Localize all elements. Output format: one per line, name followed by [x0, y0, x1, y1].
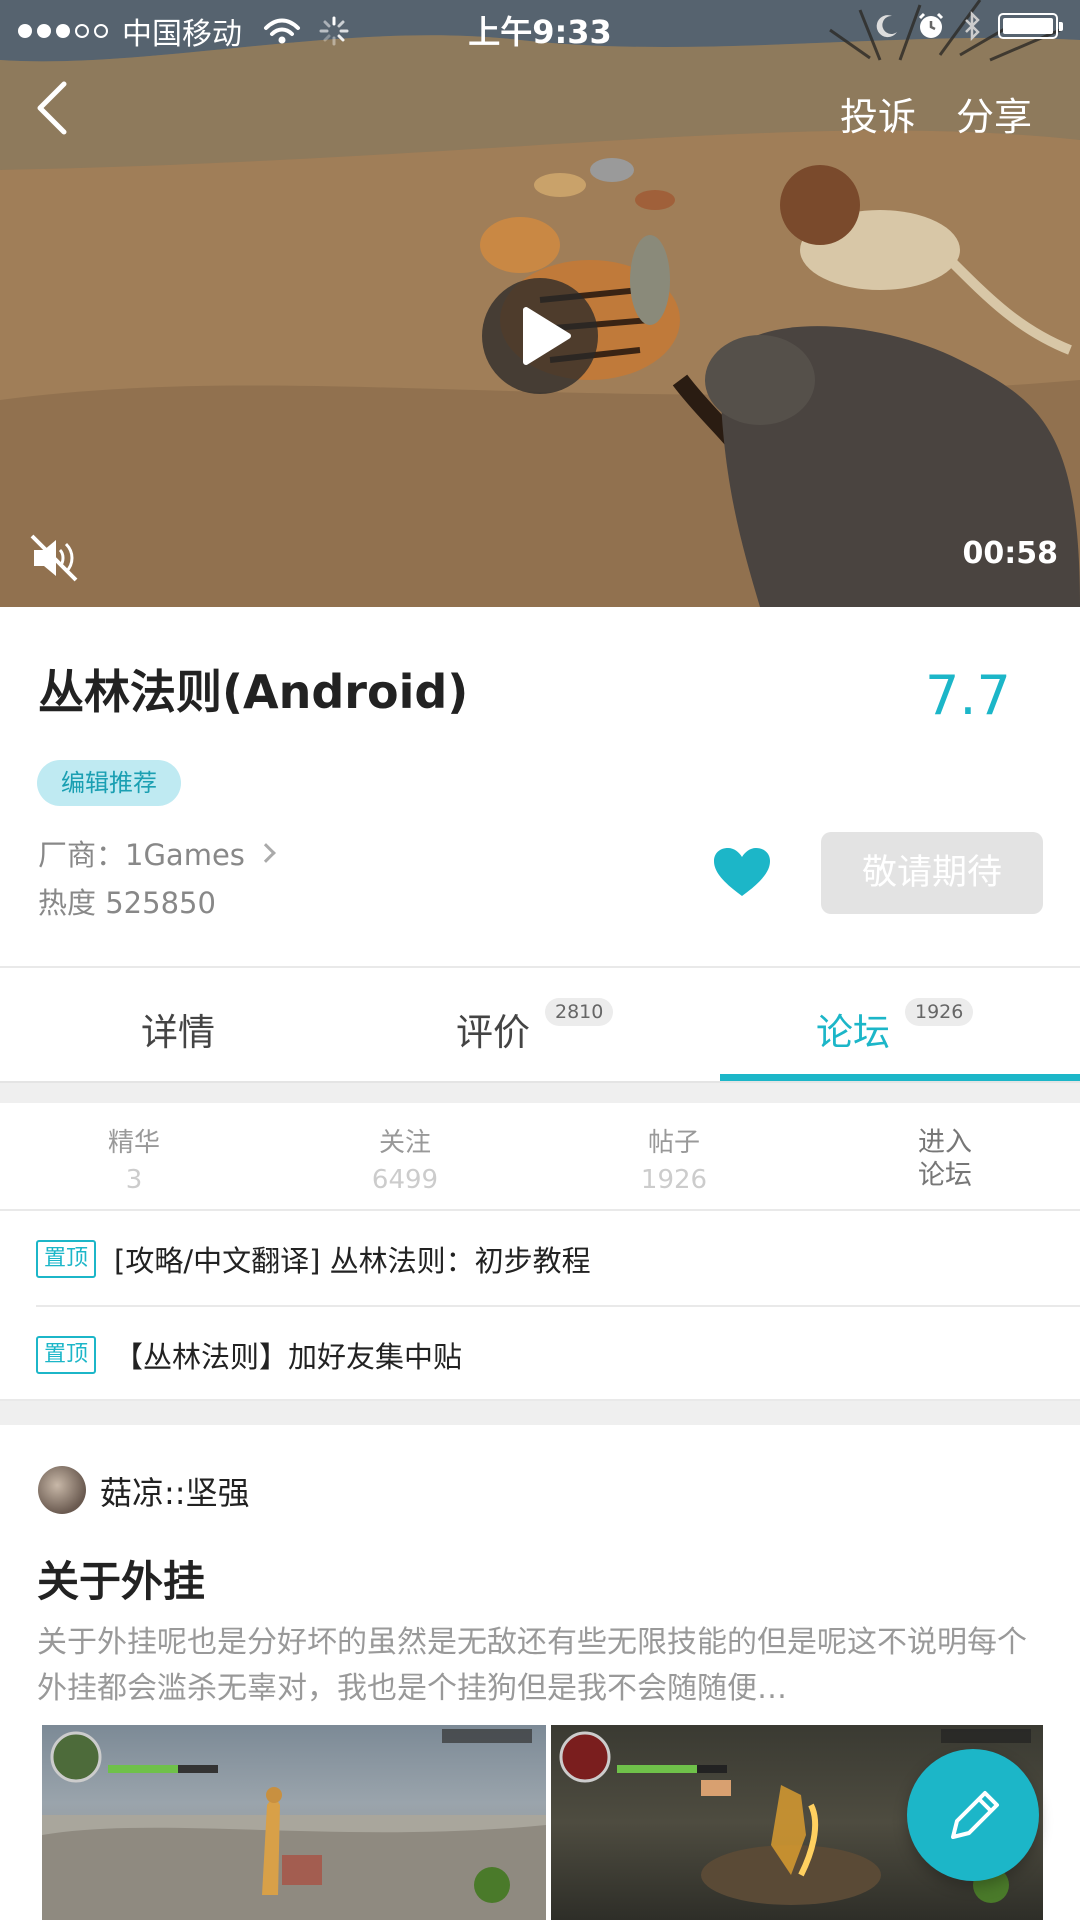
video-duration: 00:58 [962, 536, 1059, 571]
heat-count: 热度 525850 [38, 886, 216, 920]
favorite-button[interactable] [712, 846, 772, 898]
vendor-link[interactable]: 厂商：1Games [38, 832, 276, 874]
pencil-icon [951, 1791, 999, 1839]
stat-value: 1926 [640, 1165, 708, 1195]
stat-featured[interactable]: 精华 3 [34, 1122, 234, 1195]
tab-label: 评价 [456, 1011, 530, 1054]
share-button[interactable]: 分享 [956, 86, 1032, 141]
chevron-left-icon [37, 81, 67, 135]
post-author[interactable]: 菇凉::坚强 [100, 1468, 250, 1514]
game-screenshot-image [42, 1729, 546, 1920]
tab-forum[interactable]: 论坛 1926 [720, 970, 1080, 1080]
play-button[interactable] [482, 278, 598, 394]
section-gap [0, 1083, 1080, 1103]
divider [0, 966, 1080, 968]
bluetooth-icon [965, 11, 980, 41]
back-button[interactable] [30, 78, 80, 138]
stat-label: 关注 [378, 1128, 431, 1158]
stat-label: 帖子 [647, 1128, 700, 1158]
pinned-post[interactable]: 置顶 【丛林法则】加好友集中贴 [36, 1334, 462, 1376]
alarm-icon [918, 12, 944, 38]
pinned-post[interactable]: 置顶 [攻略/中文翻译] 丛林法则：初步教程 [36, 1238, 591, 1280]
status-right-group [874, 11, 1063, 41]
stat-posts[interactable]: 帖子 1926 [574, 1122, 774, 1195]
status-bar: 中国移动 上午9:33 [0, 0, 1080, 54]
stat-value: 3 [125, 1165, 143, 1195]
enter-forum-line2: 论坛 [918, 1160, 972, 1191]
speaker-muted-icon [30, 534, 78, 582]
enter-forum-button[interactable]: 进入 论坛 [880, 1126, 1010, 1192]
game-rating: 7.7 [925, 664, 1011, 727]
post-title[interactable]: 关于外挂 [37, 1548, 205, 1609]
active-tab-indicator [720, 1074, 1080, 1081]
heart-icon [714, 848, 770, 896]
video-player[interactable]: 中国移动 上午9:33 投诉 分享 00:58 [0, 0, 1080, 607]
stat-followers[interactable]: 关注 6499 [305, 1122, 505, 1195]
tab-label: 论坛 [816, 1011, 890, 1054]
enter-forum-line1: 进入 [918, 1127, 972, 1158]
pinned-badge: 置顶 [36, 1336, 97, 1374]
complaint-button[interactable]: 投诉 [840, 86, 916, 141]
pinned-badge: 置顶 [36, 1240, 97, 1278]
tab-count-badge: 1926 [905, 998, 974, 1026]
divider [36, 1305, 1080, 1307]
vendor-text: 厂商：1Games [38, 838, 245, 872]
game-title: 丛林法则(Android) [38, 665, 469, 719]
coming-soon-button[interactable]: 敬请期待 [821, 832, 1043, 914]
avatar[interactable] [38, 1466, 86, 1514]
pinned-post-title: [攻略/中文翻译] 丛林法则：初步教程 [114, 1244, 591, 1278]
stat-value: 6499 [371, 1165, 439, 1195]
tab-detail[interactable]: 详情 [0, 970, 360, 1080]
mute-button[interactable] [28, 532, 80, 584]
compose-post-button[interactable] [907, 1749, 1039, 1881]
moon-icon [876, 15, 897, 38]
editor-recommend-tag: 编辑推荐 [37, 760, 181, 806]
section-gap [0, 1401, 1080, 1425]
stat-label: 精华 [107, 1128, 160, 1158]
divider [0, 1209, 1080, 1211]
tab-label: 详情 [141, 1011, 215, 1054]
pinned-post-title: 【丛林法则】加好友集中贴 [114, 1340, 463, 1374]
chevron-right-icon [256, 843, 276, 863]
play-icon [523, 307, 571, 365]
post-excerpt[interactable]: 关于外挂呢也是分好坏的虽然是无敌还有些无限技能的但是呢这不说明每个外挂都会滥杀无… [37, 1620, 1047, 1712]
post-image[interactable] [42, 1725, 546, 1920]
tab-review[interactable]: 评价 2810 [360, 970, 720, 1080]
tab-count-badge: 2810 [545, 998, 614, 1026]
battery-icon [998, 13, 1063, 39]
